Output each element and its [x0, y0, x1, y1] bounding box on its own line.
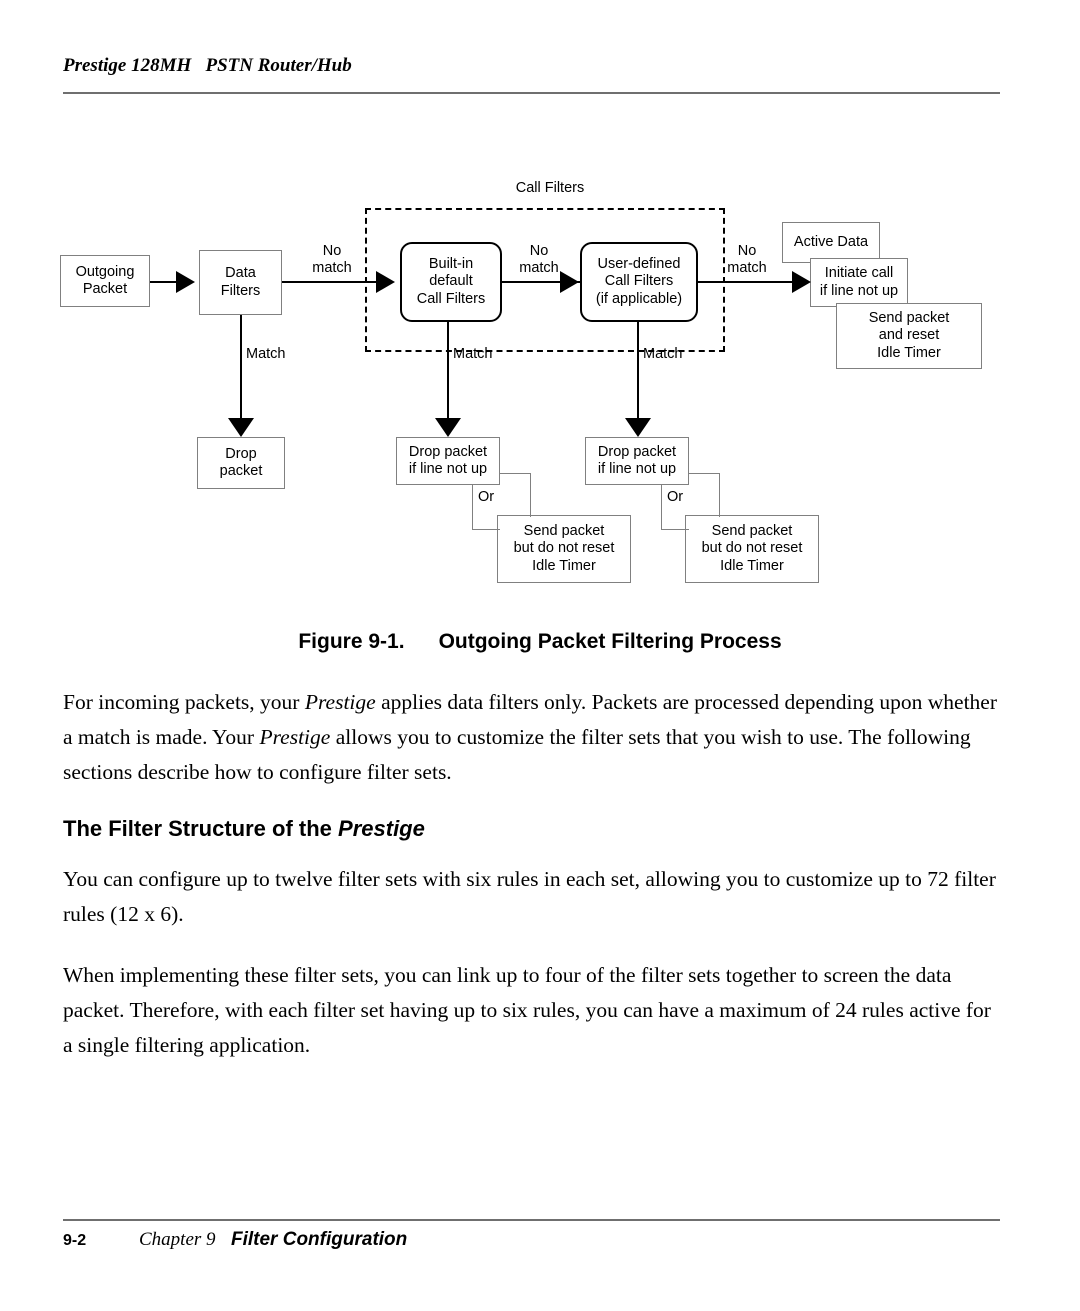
- node-builtin-default-call-filters: Built-in default Call Filters: [400, 242, 502, 322]
- node-data-filters: Data Filters: [199, 250, 282, 315]
- running-header-title: Prestige 128MH PSTN Router/Hub: [63, 55, 352, 76]
- edge-label-or-2: Or: [667, 489, 684, 505]
- node-send-packet-and-reset: Send packet and reset Idle Timer: [836, 303, 982, 369]
- paragraph-filter-sets-count: You can configure up to twelve filter se…: [63, 867, 996, 926]
- figure-caption-number: Figure 9-1.: [298, 630, 405, 653]
- footer-chapter-title: Filter Configuration: [231, 1229, 408, 1250]
- arrowhead-down-icon: [228, 418, 254, 437]
- footer-divider: [63, 1219, 1000, 1221]
- or-connector-1-bottom-v: [472, 485, 474, 530]
- or-connector-2-bottom-v: [661, 485, 663, 530]
- arrowhead-down-icon: [625, 418, 651, 437]
- edge-datafilters-to-builtin: [282, 281, 382, 283]
- arrowhead-right-icon: [792, 271, 811, 293]
- edge-label-no-match-2: No match: [519, 243, 559, 276]
- or-connector-2-bottom-h: [661, 529, 689, 531]
- edge-datafilters-match: [240, 315, 242, 425]
- node-drop-packet-if-line-not-up-2: Drop packet if line not up: [585, 437, 689, 485]
- edge-label-or-1: Or: [478, 489, 495, 505]
- edge-label-match-1: Match: [246, 346, 286, 362]
- body-content: For incoming packets, your Prestige appl…: [63, 685, 1000, 1089]
- edge-label-match-3: Match: [643, 346, 683, 362]
- or-connector-1-bottom-h: [472, 529, 500, 531]
- node-drop-packet: Drop packet: [197, 437, 285, 489]
- edge-label-match-2: Match: [453, 346, 493, 362]
- footer-page-number: 9-2: [63, 1232, 87, 1249]
- or-connector-1-top-v: [530, 473, 532, 517]
- edge-builtin-match: [447, 322, 449, 425]
- node-active-data: Active Data: [782, 222, 880, 263]
- arrowhead-right-icon: [176, 271, 195, 293]
- edge-label-no-match-3: No match: [727, 243, 767, 276]
- p1-text-a: For incoming packets, your: [63, 690, 305, 714]
- node-initiate-call: Initiate call if line not up: [810, 258, 908, 307]
- figure-outgoing-packet-filtering: Call Filters Outgoing Packet Data Filter…: [0, 160, 1080, 620]
- node-send-packet-no-reset-1: Send packet but do not reset Idle Timer: [497, 515, 631, 583]
- or-connector-2-top-h: [689, 473, 720, 475]
- header-divider: [63, 92, 1000, 94]
- node-outgoing-packet: Outgoing Packet: [60, 255, 150, 307]
- running-header: Prestige 128MH PSTN Router/Hub: [63, 55, 1008, 77]
- p1-emphasis-prestige-2: Prestige: [259, 725, 331, 749]
- node-user-defined-call-filters: User-defined Call Filters (if applicable…: [580, 242, 698, 322]
- section-heading-filter-structure: The Filter Structure of the Prestige: [63, 816, 1000, 842]
- or-connector-2-top-v: [719, 473, 721, 517]
- paragraph-incoming-packets: For incoming packets, your Prestige appl…: [63, 685, 1000, 790]
- arrowhead-right-icon: [376, 271, 395, 293]
- node-drop-packet-if-line-not-up-1: Drop packet if line not up: [396, 437, 500, 485]
- document-page: Prestige 128MH PSTN Router/Hub Call Filt…: [0, 0, 1080, 1311]
- footer-chapter: Chapter 9: [139, 1229, 216, 1250]
- arrowhead-down-icon: [435, 418, 461, 437]
- or-connector-1-top-h: [500, 473, 531, 475]
- call-filters-group-label: Call Filters: [515, 180, 585, 196]
- figure-caption-title: Outgoing Packet Filtering Process: [438, 630, 782, 653]
- edge-label-no-match-1: No match: [312, 243, 352, 276]
- section-heading-text: The Filter Structure of the: [63, 816, 339, 841]
- paragraph-linking-filter-sets: When implementing these filter sets, you…: [63, 963, 991, 1057]
- node-send-packet-no-reset-2: Send packet but do not reset Idle Timer: [685, 515, 819, 583]
- section-heading-emphasis-prestige: Prestige: [338, 816, 425, 841]
- running-footer: 9-2 Chapter 9 Filter Configuration: [63, 1229, 1000, 1259]
- edge-userdefined-match: [637, 322, 639, 425]
- p1-emphasis-prestige-1: Prestige: [304, 690, 376, 714]
- figure-caption: Figure 9-1. Outgoing Packet Filtering Pro…: [0, 630, 1080, 654]
